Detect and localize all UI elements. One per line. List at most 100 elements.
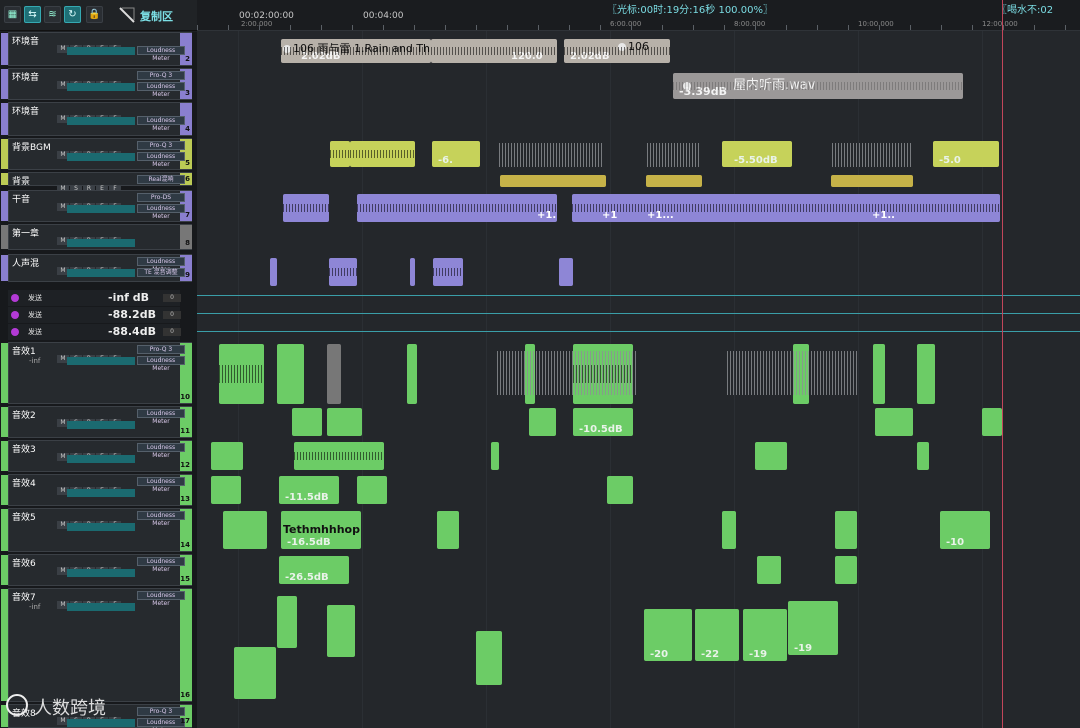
bus-pan[interactable]: 0 — [163, 328, 181, 336]
track-name[interactable]: 音效4 — [12, 476, 52, 487]
audio-clip[interactable] — [559, 258, 573, 286]
audio-clip[interactable]: -5.50dB — [722, 141, 792, 167]
insert-effect-slot[interactable]: Loudness Meter — [137, 46, 185, 62]
track-header[interactable]: 环境音 MSREFLoudness Meter4 — [1, 102, 192, 136]
audio-clip[interactable] — [211, 442, 243, 470]
track-header[interactable]: 人声混 MSREFLoudness MeterTE 混音调整9 — [1, 254, 192, 282]
automation-line[interactable] — [197, 295, 1080, 296]
insert-effect-slot[interactable]: Real混响 — [137, 175, 185, 184]
insert-effect-slot[interactable]: Loudness Meter — [137, 204, 185, 220]
track-name[interactable]: 环境音 — [12, 70, 52, 81]
track-name[interactable]: 环境音 — [12, 34, 52, 45]
insert-effect-slot[interactable]: Loudness Meter — [137, 477, 185, 493]
audio-clip[interactable]: -19 — [743, 609, 787, 661]
volume-fader[interactable] — [67, 239, 135, 247]
audio-clip[interactable] — [917, 344, 935, 404]
audio-clip[interactable]: -11.5dB — [279, 476, 339, 504]
timeline-ruler[interactable]: 00:02:00:00 00:04:00 2:00.000 6:00.000 8… — [197, 0, 1080, 31]
bus-pan[interactable]: 0 — [163, 294, 181, 302]
track-name[interactable]: 干音 — [12, 192, 52, 203]
insert-effect-slot[interactable]: Pro-DS — [137, 193, 185, 202]
track-name[interactable]: 背景 — [12, 174, 52, 185]
audio-clip[interactable]: Tethmhhhop -16.5dB — [281, 511, 361, 549]
bus-enable-icon[interactable] — [11, 294, 19, 302]
audio-clip[interactable] — [277, 596, 297, 648]
volume-fader[interactable] — [67, 153, 135, 161]
track-name[interactable]: 第一章 — [12, 226, 52, 237]
audio-clip[interactable] — [327, 605, 355, 657]
track-name[interactable]: 音效6 — [12, 556, 52, 567]
audio-clip[interactable] — [410, 258, 415, 286]
track-name[interactable]: 音效7 — [12, 590, 52, 601]
insert-effect-slot[interactable]: Loudness Meter — [137, 591, 185, 607]
volume-fader[interactable] — [67, 47, 135, 55]
audio-clip[interactable] — [327, 344, 341, 404]
volume-fader[interactable] — [67, 83, 135, 91]
copy-region-icon[interactable] — [118, 6, 136, 24]
volume-fader[interactable] — [67, 269, 135, 277]
insert-effect-slot[interactable]: Loudness Meter — [137, 718, 185, 728]
insert-effect-slot[interactable]: TE 混音调整 — [137, 268, 185, 277]
audio-clip[interactable]: -26.5dB — [279, 556, 349, 584]
track-header[interactable]: 音效1 MSREFPro-Q 3 Loudness Meter -inf 10 — [1, 342, 192, 404]
volume-fader[interactable] — [67, 489, 135, 497]
audio-clip[interactable] — [835, 511, 857, 549]
send-bus-row[interactable]: 发送 -inf dB 0 — [8, 290, 181, 306]
volume-fader[interactable] — [67, 117, 135, 125]
audio-clip[interactable] — [476, 631, 502, 685]
track-name[interactable]: 音效2 — [12, 408, 52, 419]
audio-clip[interactable] — [283, 194, 329, 222]
audio-clip[interactable]: -20 — [644, 609, 692, 661]
audio-clip[interactable]: -19 — [788, 601, 838, 655]
ripple-icon[interactable]: ≋ — [44, 6, 61, 23]
audio-clip[interactable] — [529, 408, 556, 436]
audio-clip[interactable] — [491, 442, 499, 470]
volume-fader[interactable] — [67, 357, 135, 365]
insert-effect-slot[interactable]: Pro-Q 3 — [137, 141, 185, 150]
audio-clip[interactable] — [875, 408, 913, 436]
bus-enable-icon[interactable] — [11, 328, 19, 336]
volume-fader[interactable] — [67, 719, 135, 727]
audio-clip[interactable] — [433, 258, 463, 286]
volume-fader[interactable] — [67, 455, 135, 463]
insert-effect-slot[interactable]: Pro-Q 3 — [137, 345, 185, 354]
insert-effect-slot[interactable]: Loudness Meter — [137, 511, 185, 527]
insert-effect-slot[interactable]: Pro-Q 3 — [137, 71, 185, 80]
audio-clip[interactable]: 106 2.02dB — [564, 39, 670, 63]
volume-fader[interactable] — [67, 603, 135, 611]
audio-clip[interactable]: -10 — [940, 511, 990, 549]
snap-icon[interactable]: ⇆ — [24, 6, 41, 23]
audio-clip[interactable]: 120.0 — [431, 39, 557, 63]
audio-clip[interactable]: -5.0 — [933, 141, 999, 167]
audio-clip[interactable]: +1 +1... +1.. — [572, 194, 1000, 222]
audio-clip[interactable] — [646, 175, 702, 187]
audio-clip[interactable] — [917, 442, 929, 470]
track-header[interactable]: 音效2 MSREFLoudness Meter 11 — [1, 406, 192, 438]
track-header[interactable]: 音效3 MSREFLoudness Meter 12 — [1, 440, 192, 472]
track-header[interactable]: 音效4 MSREFLoudness Meter 13 — [1, 474, 192, 506]
playhead[interactable] — [1002, 0, 1003, 728]
track-name[interactable]: 人声混 — [12, 256, 52, 267]
copy-region-button[interactable]: 复制区 — [140, 8, 173, 24]
audio-clip[interactable] — [500, 175, 606, 187]
track-header[interactable]: 音效7 MSREFLoudness Meter -inf 16 — [1, 588, 192, 702]
track-header[interactable]: 背景BGM MSREFPro-Q 3 Loudness Meter5 — [1, 138, 192, 170]
timeline-area[interactable]: 106 雨与雷 1.Rain and Th... 2.02dB 120.0 12… — [197, 31, 1080, 728]
audio-clip[interactable] — [292, 408, 322, 436]
audio-clip[interactable]: -10.5dB — [573, 408, 633, 436]
audio-clip[interactable] — [755, 442, 787, 470]
track-name[interactable]: 背景BGM — [12, 140, 52, 151]
audio-clip[interactable]: -6. — [432, 141, 480, 167]
track-header[interactable]: 第一章 MSREF 8 — [1, 224, 192, 250]
audio-clip[interactable] — [831, 175, 913, 187]
grid-icon[interactable]: ▦ — [4, 6, 21, 23]
audio-clip[interactable] — [357, 476, 387, 504]
audio-clip[interactable] — [757, 556, 781, 584]
track-header[interactable]: 背景 M S R E F Real混响 6 — [1, 172, 192, 193]
automation-line[interactable] — [197, 313, 1080, 314]
insert-effect-slot[interactable]: Loudness Meter — [137, 82, 185, 98]
insert-effect-slot[interactable]: Pro-Q 3 — [137, 707, 185, 716]
insert-effect-slot[interactable]: Loudness Meter — [137, 152, 185, 168]
volume-fader[interactable] — [67, 569, 135, 577]
send-bus-row[interactable]: 发送 -88.4dB 0 — [8, 324, 181, 340]
